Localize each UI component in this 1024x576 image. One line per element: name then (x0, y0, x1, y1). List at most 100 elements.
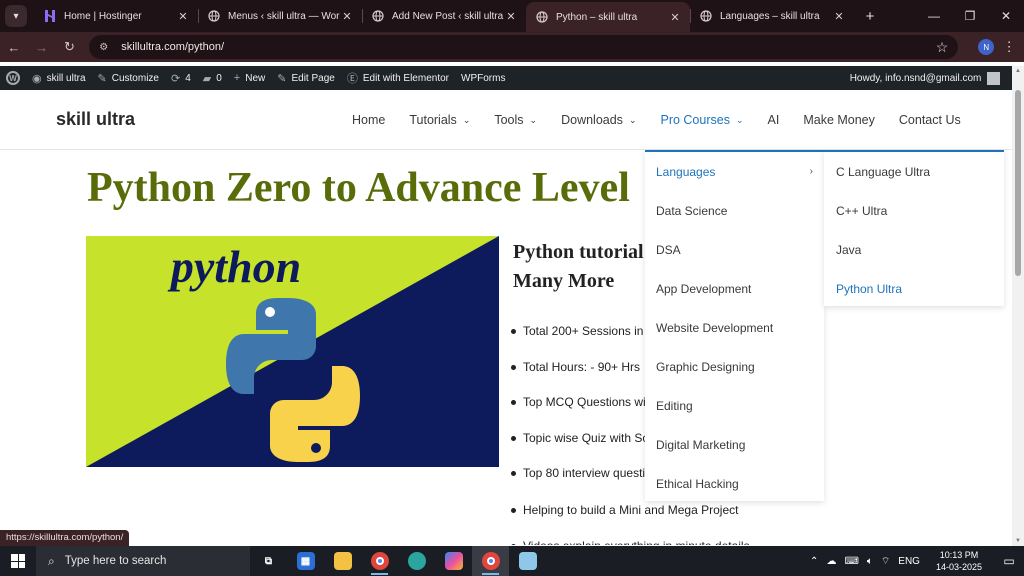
file-explorer-icon[interactable] (324, 546, 361, 576)
admin-bar-edit-page[interactable]: ✎ Edit Page (271, 66, 341, 90)
system-tray: ⌃ ☁ ⌨ 🔈︎ ⌔ ENG 10:13 PM 14-03-2025 ▭ (806, 546, 1024, 576)
new-tab-button[interactable]: + (858, 8, 882, 25)
feature-list: Total 200+ Sessions in Total Hours: - 90… (509, 318, 649, 496)
menu-item-languages[interactable]: Languages › (645, 152, 824, 191)
globe-icon (700, 10, 712, 22)
languages-submenu: C Language Ultra C++ Ultra Java Python U… (824, 150, 1004, 306)
nav-contact-us[interactable]: Contact Us (887, 113, 973, 127)
tab-add-new-post[interactable]: Add New Post ‹ skill ultra — WordPress ✕ (362, 0, 526, 32)
admin-bar-site-name[interactable]: ◉ skill ultra (26, 66, 92, 90)
menu-item-app-development[interactable]: App Development (645, 269, 824, 308)
menu-item-python-ultra[interactable]: Python Ultra (824, 269, 1004, 308)
admin-bar-wpforms[interactable]: WPForms (455, 66, 511, 90)
list-item: Videos explain everything in minute deta… (509, 533, 809, 545)
menu-item-data-science[interactable]: Data Science (645, 191, 824, 230)
forward-arrow-icon[interactable]: → (28, 40, 56, 55)
tab-menus[interactable]: Menus ‹ skill ultra — WordPress ✕ (198, 0, 362, 32)
admin-bar-account[interactable]: Howdy, info.nsnd@gmail.com (844, 66, 1007, 90)
tab-title: Languages – skill ultra (720, 10, 820, 22)
minimize-icon[interactable]: — (916, 0, 952, 32)
chevron-up-icon[interactable]: ⌃ (806, 556, 822, 567)
list-item: Top MCQ Questions wi (509, 389, 649, 425)
close-icon[interactable]: ✕ (176, 10, 190, 23)
address-bar[interactable]: ⚙ skillultra.com/python/ ☆ (89, 35, 959, 59)
notification-icon[interactable]: ▭ (994, 554, 1024, 568)
browser-menu-icon[interactable]: ⋮ (994, 39, 1024, 55)
globe-icon (372, 10, 384, 22)
chrome-profile-icon[interactable] (472, 546, 509, 576)
scrollbar-thumb[interactable] (1015, 90, 1021, 276)
status-url-tooltip: https://skillultra.com/python/ (0, 530, 130, 546)
admin-bar-customize[interactable]: ✎ Customize (92, 66, 165, 90)
restore-icon[interactable]: ❐ (952, 0, 988, 32)
chevron-down-icon: ⌄ (462, 114, 471, 125)
nav-downloads[interactable]: Downloads ⌄ (549, 113, 648, 127)
avatar (987, 71, 1001, 85)
brush-icon: ✎ (97, 72, 107, 85)
scroll-up-icon[interactable]: ▲ (1015, 68, 1021, 74)
python-hero-image: python (86, 236, 499, 467)
close-icon[interactable]: ✕ (832, 10, 846, 23)
menu-item-java[interactable]: Java (824, 230, 1004, 269)
close-icon[interactable]: ✕ (668, 11, 682, 24)
close-icon[interactable]: ✕ (504, 10, 518, 23)
nav-home[interactable]: Home (340, 113, 397, 127)
notepad-icon[interactable] (509, 546, 546, 576)
hostinger-icon (44, 10, 56, 22)
menu-item-c-language-ultra[interactable]: C Language Ultra (824, 152, 1004, 191)
scroll-down-icon[interactable]: ▼ (1015, 538, 1021, 544)
menu-item-editing[interactable]: Editing (645, 386, 824, 425)
menu-item-digital-marketing[interactable]: Digital Marketing (645, 425, 824, 464)
chevron-down-icon: ⌄ (735, 114, 744, 125)
clock[interactable]: 10:13 PM 14-03-2025 (924, 549, 994, 573)
task-view-icon[interactable]: ⧉ (250, 546, 287, 576)
chevron-down-icon: ▾ (13, 10, 19, 22)
menu-item-graphic-designing[interactable]: Graphic Designing (645, 347, 824, 386)
profile-avatar[interactable]: N (978, 39, 995, 55)
nav-tutorials[interactable]: Tutorials ⌄ (397, 113, 482, 127)
copilot-icon[interactable] (435, 546, 472, 576)
tab-languages[interactable]: Languages – skill ultra ✕ (690, 0, 854, 32)
close-window-icon[interactable]: ✕ (988, 0, 1024, 32)
reload-icon[interactable]: ↻ (56, 39, 84, 55)
wifi-icon[interactable]: ⌔ (877, 555, 894, 568)
back-arrow-icon[interactable]: ← (0, 40, 28, 55)
close-icon[interactable]: ✕ (340, 10, 354, 23)
elementor-icon: Ⓔ (346, 73, 358, 85)
language-indicator[interactable]: ENG (894, 556, 924, 567)
admin-bar-updates[interactable]: ⟳ 4 (165, 66, 197, 90)
dashboard-icon: ◉ (32, 72, 42, 85)
menu-item-website-development[interactable]: Website Development (645, 308, 824, 347)
site-info-icon[interactable]: ⚙ (99, 42, 115, 53)
menu-item-cpp-ultra[interactable]: C++ Ultra (824, 191, 1004, 230)
menu-item-ethical-hacking[interactable]: Ethical Hacking (645, 464, 824, 503)
browser-toolbar: ← → ↻ ⚙ skillultra.com/python/ ☆ N ⋮ (0, 32, 1024, 62)
microsoft-store-icon[interactable]: ▦ (287, 546, 324, 576)
menu-item-dsa[interactable]: DSA (645, 230, 824, 269)
keyboard-icon[interactable]: ⌨ (840, 556, 862, 567)
nav-ai[interactable]: AI (756, 113, 792, 127)
edge-icon[interactable] (398, 546, 435, 576)
site-title[interactable]: skill ultra (56, 109, 135, 130)
chrome-icon[interactable] (361, 546, 398, 576)
volume-icon[interactable]: 🔈︎ (863, 556, 877, 567)
cloud-icon[interactable]: ☁ (822, 556, 840, 567)
page-scrollbar[interactable]: ▲ ▼ (1012, 66, 1024, 546)
url-text: skillultra.com/python/ (121, 41, 225, 53)
nav-pro-courses[interactable]: Pro Courses ⌄ (648, 113, 755, 127)
admin-bar-new[interactable]: + New (228, 66, 271, 90)
nav-tools[interactable]: Tools ⌄ (482, 113, 549, 127)
bookmark-star-icon[interactable]: ☆ (936, 39, 949, 56)
taskbar-search-box[interactable]: ⌕ Type here to search (36, 546, 250, 576)
admin-bar-comments[interactable]: ▰ 0 (197, 66, 228, 90)
nav-make-money[interactable]: Make Money (791, 113, 887, 127)
list-item: Total Hours: - 90+ Hrs (509, 354, 649, 390)
tab-hostinger[interactable]: Home | Hostinger ✕ (34, 0, 198, 32)
admin-bar-edit-elementor[interactable]: Ⓔ Edit with Elementor (341, 66, 455, 90)
updates-icon: ⟳ (170, 72, 181, 85)
windows-start-icon[interactable] (0, 546, 36, 576)
tab-search-button[interactable]: ▾ (5, 5, 27, 27)
window-controls: — ❐ ✕ (916, 0, 1024, 32)
tab-python[interactable]: Python – skill ultra ✕ (526, 2, 690, 32)
wordpress-logo-icon[interactable]: W (0, 66, 26, 90)
